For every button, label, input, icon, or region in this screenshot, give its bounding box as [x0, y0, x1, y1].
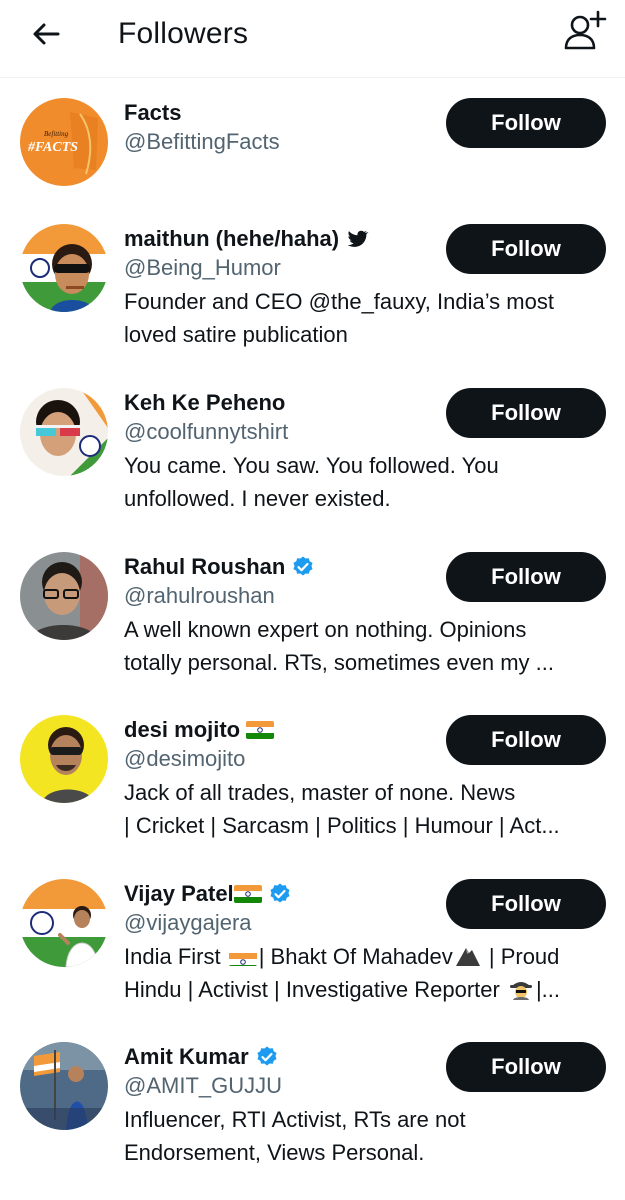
follow-button[interactable]: Follow	[446, 98, 606, 148]
svg-text:#FACTS: #FACTS	[27, 140, 78, 155]
user-bio: India First | Bhakt Of Mahadev | Proud H…	[124, 944, 560, 1002]
bird-icon	[345, 227, 369, 251]
user-bio: You came. You saw. You followed. You unf…	[124, 453, 499, 511]
india-flag-icon	[246, 721, 275, 739]
user-handle: @coolfunnytshirt	[124, 419, 289, 444]
user-bio: A well known expert on nothing. Opinions…	[124, 617, 554, 675]
avatar[interactable]	[20, 224, 108, 312]
user-name[interactable]: Facts	[124, 99, 181, 127]
user-bio: Influencer, RTI Activist, RTs are not En…	[124, 1107, 466, 1165]
list-item[interactable]: maithun (hehe/haha) @Being_Humor Founder…	[0, 224, 625, 364]
india-flag-icon	[228, 948, 257, 966]
follow-button[interactable]: Follow	[446, 552, 606, 602]
list-item[interactable]: Keh Ke Peheno @coolfunnytshirt You came.…	[0, 388, 625, 528]
user-name[interactable]: Amit Kumar	[124, 1043, 249, 1071]
list-item[interactable]: Vijay Patel @vijaygajera India First | B…	[0, 879, 625, 1019]
follow-button[interactable]: Follow	[446, 388, 606, 438]
avatar[interactable]	[20, 552, 108, 640]
follow-button[interactable]: Follow	[446, 1042, 606, 1092]
page-title: Followers	[118, 17, 249, 50]
list-item[interactable]: Befitting #FACTS Facts @BefittingFacts F…	[0, 98, 625, 218]
avatar[interactable]	[20, 879, 108, 967]
add-user-button[interactable]	[562, 10, 608, 52]
detective-icon	[508, 977, 534, 1000]
india-flag-icon	[233, 885, 262, 903]
user-name[interactable]: maithun (hehe/haha)	[124, 225, 339, 253]
follow-button[interactable]: Follow	[446, 715, 606, 765]
user-name[interactable]: Vijay Patel	[124, 880, 234, 908]
verified-icon	[268, 882, 292, 906]
user-bio: Founder and CEO @the_fauxy, India’s most…	[124, 289, 554, 347]
person-plus-icon	[564, 10, 607, 50]
back-button[interactable]	[28, 16, 64, 52]
user-handle: @desimojito	[124, 746, 246, 771]
list-item[interactable]: Rahul Roushan @rahulroushan A well known…	[0, 552, 625, 692]
list-item[interactable]: Amit Kumar @AMIT_GUJJU Influencer, RTI A…	[0, 1042, 625, 1182]
avatar[interactable]	[20, 1042, 108, 1130]
user-name[interactable]: Keh Ke Peheno	[124, 389, 285, 417]
user-name[interactable]: Rahul Roushan	[124, 553, 285, 581]
user-name[interactable]: desi mojito	[124, 716, 240, 744]
verified-icon	[291, 555, 315, 579]
user-bio: Jack of all trades, master of none. News…	[124, 780, 560, 838]
avatar[interactable]: Befitting #FACTS	[20, 98, 108, 186]
user-handle: @rahulroushan	[124, 583, 275, 608]
user-handle: @AMIT_GUJJU	[124, 1073, 283, 1098]
user-handle: @BefittingFacts	[124, 129, 280, 154]
list-item[interactable]: desi mojito @desimojito Jack of all trad…	[0, 715, 625, 855]
arrow-left-icon	[33, 23, 60, 45]
avatar[interactable]	[20, 388, 108, 476]
verified-icon	[255, 1045, 279, 1069]
follow-button[interactable]: Follow	[446, 879, 606, 929]
top-app-bar: Followers	[0, 0, 625, 78]
user-handle: @Being_Humor	[124, 255, 281, 280]
svg-text:Befitting: Befitting	[44, 130, 69, 138]
avatar[interactable]	[20, 715, 108, 803]
user-handle: @vijaygajera	[124, 910, 252, 935]
mountain-icon	[455, 944, 481, 966]
follow-button[interactable]: Follow	[446, 224, 606, 274]
